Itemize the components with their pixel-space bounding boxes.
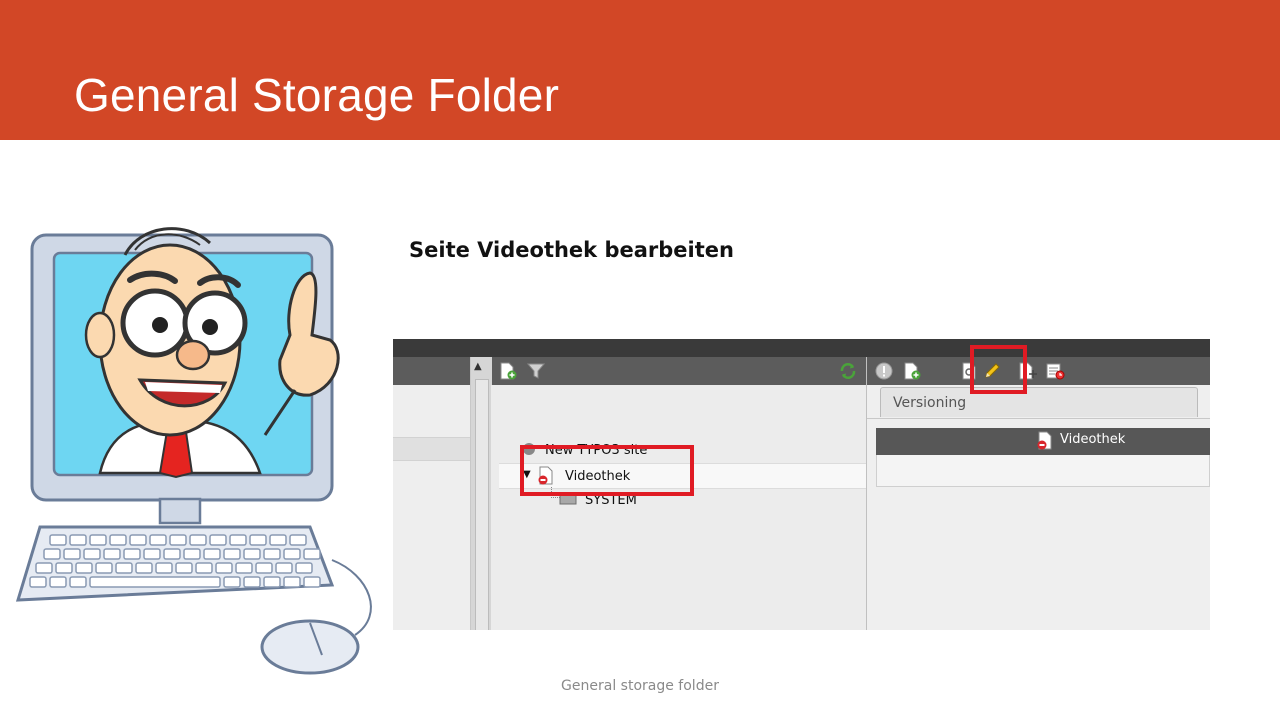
new-content-icon[interactable] xyxy=(903,362,921,380)
slide-footer: General storage folder xyxy=(561,678,719,694)
scroll-thumb[interactable] xyxy=(475,379,489,630)
history-icon[interactable] xyxy=(1045,362,1065,380)
slide-subtitle: Seite Videothek bearbeiten xyxy=(409,238,734,262)
page-restricted-icon xyxy=(1037,431,1052,450)
module-toolbar xyxy=(393,357,470,385)
page-tree-toolbar xyxy=(491,357,866,385)
typo3-backend-screenshot: ▲ New TYPO3 site ▼ Videothek SYSTEM Vers… xyxy=(393,339,1210,630)
scrollbar[interactable]: ▲ xyxy=(470,357,492,630)
module-menu-column xyxy=(393,385,470,630)
content-panel: Versioning Videothek xyxy=(867,385,1210,630)
page-header-bar: Videothek xyxy=(876,428,1210,455)
page-tree-panel: New TYPO3 site ▼ Videothek SYSTEM xyxy=(491,385,866,630)
highlight-edit-icon xyxy=(970,345,1027,394)
highlight-videothek-node xyxy=(520,445,694,496)
info-icon[interactable] xyxy=(875,362,893,380)
refresh-icon[interactable] xyxy=(839,362,857,380)
slide-header: General Storage Folder xyxy=(0,0,1280,140)
page-info-body xyxy=(876,455,1210,487)
tab-underline xyxy=(867,418,1210,419)
scroll-up-icon[interactable]: ▲ xyxy=(474,361,482,372)
tab-versioning[interactable]: Versioning xyxy=(880,387,1198,417)
module-menu-band xyxy=(393,437,470,461)
cartoon-computer-illustration xyxy=(15,227,372,675)
page-toolbar xyxy=(867,357,1210,385)
top-bar xyxy=(393,339,1210,357)
slide-title: General Storage Folder xyxy=(74,69,560,121)
filter-icon[interactable] xyxy=(527,362,545,380)
new-page-icon[interactable] xyxy=(499,362,517,380)
page-header-label: Videothek xyxy=(1060,432,1126,447)
